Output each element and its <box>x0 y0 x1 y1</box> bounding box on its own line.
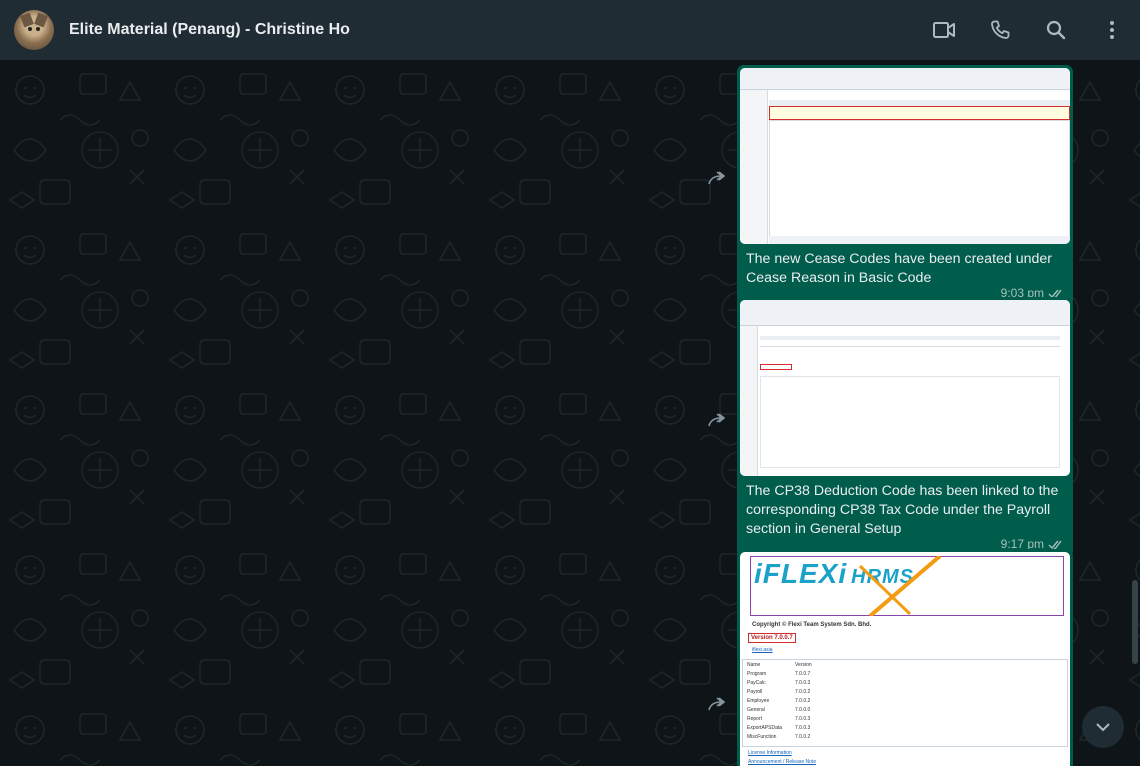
table-row: MiscFunction 7.0.0.2 <box>743 733 1067 742</box>
table-row: PayCalc 7.0.0.3 <box>743 679 1067 688</box>
version-label: Version 7.0.0.7 <box>748 633 796 643</box>
table-row: Program 7.0.0.7 <box>743 670 1067 679</box>
module-name: Payroll <box>747 689 763 695</box>
module-version: 7.0.0.7 <box>795 671 811 677</box>
module-version: 7.0.0.2 <box>795 698 811 704</box>
menu-icon[interactable] <box>1084 0 1140 60</box>
table-row: Payroll 7.0.0.2 <box>743 688 1067 697</box>
chevron-down-icon <box>1096 723 1110 732</box>
message-caption: The CP38 Deduction Code has been linked … <box>746 483 1059 537</box>
contact-avatar[interactable] <box>14 10 54 50</box>
attached-about-dialog-image[interactable]: iFLEXi HRMS Copyright © Flexi Team System… <box>740 552 1070 766</box>
module-name: MiscFunction <box>747 734 777 740</box>
message-bubble[interactable]: The new Cease Codes have been created un… <box>737 65 1073 307</box>
message-bubble[interactable]: iFLEXi HRMS Copyright © Flexi Team System… <box>737 549 1073 766</box>
table-row: Report 7.0.0.3 <box>743 715 1067 724</box>
column-header: Version <box>795 662 812 668</box>
module-version: 7.0.0.3 <box>795 680 811 686</box>
table-row: ExportAPSData 7.0.0.3 <box>743 724 1067 733</box>
table-row: Employee 7.0.0.2 <box>743 697 1067 706</box>
scroll-down-button[interactable] <box>1082 706 1124 748</box>
search-icon[interactable] <box>1028 0 1084 60</box>
table-row: General 7.0.0.0 <box>743 706 1067 715</box>
module-version: 7.0.0.3 <box>795 725 811 731</box>
forward-icon[interactable] <box>706 694 730 714</box>
chat-header: Elite Material (Penang) - Christine Ho <box>0 0 1140 60</box>
read-ticks-icon <box>1048 540 1062 550</box>
release-note-link[interactable]: Announcement / Release Note <box>748 759 816 765</box>
logo-orange-stroke <box>858 556 942 616</box>
module-name: ExportAPSData <box>747 725 783 731</box>
module-version: 7.0.0.2 <box>795 734 811 740</box>
forward-icon[interactable] <box>706 410 730 430</box>
module-name: General <box>747 707 765 713</box>
module-name: PayCalc <box>747 680 766 686</box>
video-call-icon[interactable] <box>916 0 972 60</box>
message-caption: The new Cease Codes have been created un… <box>746 251 1053 286</box>
module-name: Employee <box>747 698 770 704</box>
column-header: Name <box>747 662 761 668</box>
voice-call-icon[interactable] <box>972 0 1028 60</box>
version-table: Name Version Program 7.0.0.7 PayCalc 7.0.0.… <box>742 659 1068 747</box>
module-version: 7.0.0.0 <box>795 707 811 713</box>
copyright-text: Copyright © Flexi Team System Sdn. Bhd. <box>752 622 872 628</box>
version-rows: Program 7.0.0.7 PayCalc 7.0.0.3 Payroll 7.0.0… <box>743 670 1067 742</box>
attached-screenshot-image[interactable] <box>740 300 1070 476</box>
license-link[interactable]: License Information <box>748 750 792 756</box>
module-name: Report <box>747 716 763 722</box>
forward-icon[interactable] <box>706 168 730 188</box>
message-bubble[interactable]: The CP38 Deduction Code has been linked … <box>737 297 1073 558</box>
module-name: Program <box>747 671 767 677</box>
attached-screenshot-image[interactable] <box>740 68 1070 244</box>
module-version: 7.0.0.2 <box>795 689 811 695</box>
chat-window: Elite Material (Penang) - Christine Ho T… <box>0 0 1140 766</box>
scrollbar[interactable] <box>1132 580 1138 664</box>
module-version: 7.0.0.3 <box>795 716 811 722</box>
chat-title[interactable]: Elite Material (Penang) - Christine Ho <box>69 21 916 39</box>
website-link[interactable]: iflexi.asia <box>752 647 773 653</box>
